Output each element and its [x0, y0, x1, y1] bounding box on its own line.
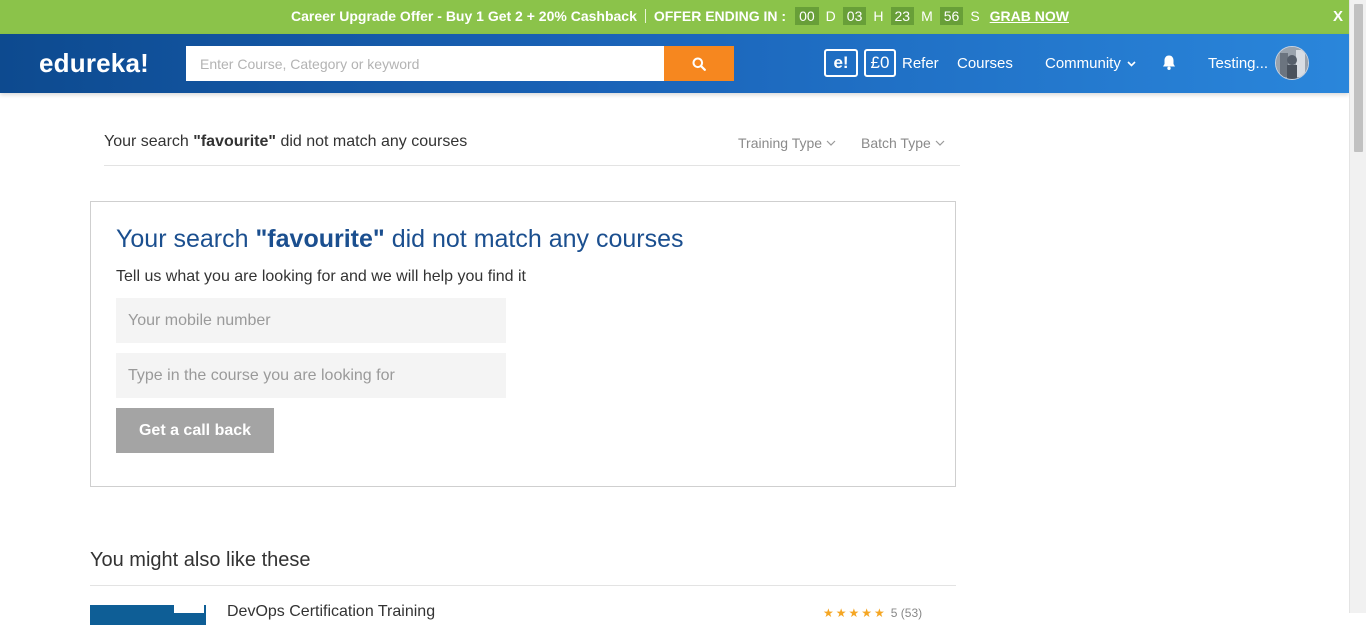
promo-text: Career Upgrade Offer - Buy 1 Get 2 + 20%…	[291, 8, 637, 24]
course-thumbnail[interactable]	[90, 605, 206, 625]
rating-value: 5 (53)	[890, 606, 923, 620]
countdown-days-value: 00	[795, 7, 819, 25]
ecoin-label: e!	[833, 52, 849, 72]
promo-ending-label: OFFER ENDING IN :	[653, 8, 787, 24]
user-name[interactable]: Testing...	[1208, 55, 1268, 72]
wallet-balance-value: £0	[870, 52, 890, 72]
get-callback-button[interactable]: Get a call back	[116, 408, 274, 453]
countdown-seconds-value: 56	[939, 7, 964, 25]
filter-batch-type-label: Batch Type	[861, 135, 931, 151]
countdown-minutes-unit: M	[921, 8, 933, 24]
user-avatar[interactable]	[1275, 46, 1309, 80]
chevron-down-icon	[826, 140, 836, 146]
notification-bell-icon[interactable]	[1161, 54, 1177, 76]
card-title-prefix: Your search	[116, 225, 256, 253]
promo-divider	[644, 9, 646, 23]
course-rating: ★★★★★ 5 (53)	[823, 606, 922, 620]
filter-batch-type[interactable]: Batch Type	[861, 135, 945, 151]
summary-suffix: did not match any courses	[276, 133, 468, 150]
summary-prefix: Your search	[104, 133, 194, 150]
recommendations-divider	[90, 585, 956, 586]
search-input[interactable]	[186, 46, 664, 81]
chevron-down-icon	[1127, 61, 1136, 67]
search-button[interactable]	[664, 46, 734, 81]
filter-training-type-label: Training Type	[738, 135, 823, 151]
star-rating-icon: ★★★★★	[823, 606, 887, 620]
nav-courses[interactable]: Courses	[957, 55, 1013, 72]
search-summary: Your search "favourite" did not match an…	[104, 133, 467, 151]
promo-content: Career Upgrade Offer - Buy 1 Get 2 + 20%…	[291, 7, 1069, 25]
wallet-balance: £0	[864, 48, 896, 77]
promo-close-button[interactable]: X	[1333, 8, 1343, 25]
promo-bar: Career Upgrade Offer - Buy 1 Get 2 + 20%…	[0, 0, 1349, 34]
filter-training-type[interactable]: Training Type	[738, 135, 836, 151]
recommendations-heading: You might also like these	[90, 549, 311, 571]
course-title[interactable]: DevOps Certification Training	[227, 603, 435, 621]
site-header: edureka! e! £0 Refer Courses Community T…	[0, 34, 1349, 93]
chevron-down-icon	[935, 140, 945, 146]
summary-divider	[104, 165, 960, 166]
edureka-logo[interactable]: edureka!	[39, 48, 149, 79]
nav-community-label: Community	[1045, 55, 1121, 72]
course-thumbnail-badge	[174, 605, 204, 613]
ecoin-wallet[interactable]: e! £0	[824, 48, 896, 77]
countdown-hours-value: 03	[842, 7, 867, 25]
countdown-days-unit: D	[825, 8, 836, 24]
no-results-title: Your search "favourite" did not match an…	[116, 225, 684, 254]
countdown-hours-unit: H	[873, 8, 884, 24]
countdown-seconds-unit: S	[970, 8, 980, 24]
avatar-image	[1276, 47, 1308, 79]
mobile-number-input[interactable]	[116, 298, 506, 343]
search-icon	[692, 57, 706, 71]
no-results-subtitle: Tell us what you are looking for and we …	[116, 268, 526, 285]
summary-query: "favourite"	[193, 133, 276, 150]
ecoin-icon: e!	[824, 48, 858, 77]
no-results-card: Your search "favourite" did not match an…	[90, 201, 956, 487]
nav-community[interactable]: Community	[1045, 55, 1136, 72]
grab-now-link[interactable]: GRAB NOW	[990, 8, 1069, 24]
nav-refer[interactable]: Refer	[902, 55, 939, 72]
countdown-minutes-value: 23	[890, 7, 915, 25]
scrollbar-thumb[interactable]	[1354, 4, 1363, 152]
card-title-suffix: did not match any courses	[384, 225, 684, 253]
card-title-query: "favourite"	[255, 225, 385, 253]
page-scrollbar[interactable]	[1349, 0, 1366, 613]
course-query-input[interactable]	[116, 353, 506, 398]
